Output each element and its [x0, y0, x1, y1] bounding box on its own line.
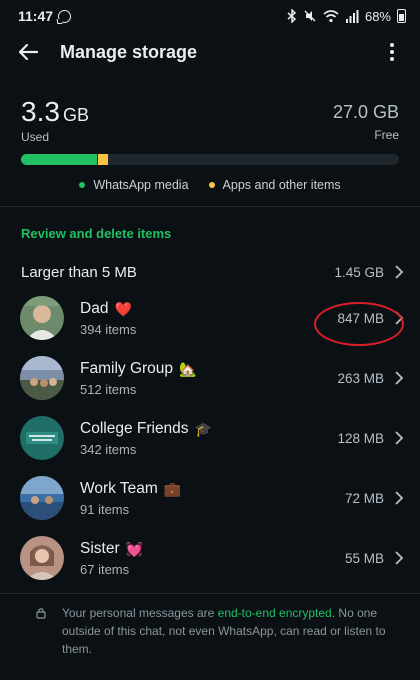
chat-row-sister[interactable]: Sister 💓 67 items 55 MB [0, 528, 420, 588]
larger-than-label: Larger than 5 MB [21, 263, 137, 281]
chat-name-text: College Friends [80, 419, 189, 437]
legend-label: WhatsApp media [93, 178, 189, 192]
divider [0, 206, 420, 207]
chevron-right-icon [395, 431, 404, 445]
chat-item-count: 394 items [80, 321, 137, 337]
avatar-college-friends [20, 416, 64, 460]
chevron-right-icon [395, 491, 404, 505]
chevron-right-icon [395, 311, 404, 325]
battery-icon [397, 9, 406, 23]
chat-row-family-group[interactable]: Family Group 🏡 512 items 263 MB [0, 348, 420, 408]
free-label: Free [374, 128, 399, 142]
app-bar: Manage storage [0, 32, 420, 72]
chat-name: Work Team 💼 [80, 480, 181, 498]
used-label: Used [21, 130, 50, 144]
legend-item-whatsapp-media: WhatsApp media [79, 178, 189, 192]
chat-item-count: 91 items [80, 501, 130, 517]
storage-summary: 3.3 GB Used 27.0 GB Free [21, 96, 399, 144]
signal-icon [345, 9, 359, 23]
larger-than-5mb-row[interactable]: Larger than 5 MB 1.45 GB [0, 254, 420, 290]
chat-text: Sister 💓 67 items [80, 540, 143, 577]
chat-item-count: 67 items [80, 561, 130, 577]
chat-text: College Friends 🎓 342 items [80, 420, 212, 457]
storage-legend: WhatsApp media Apps and other items [0, 178, 420, 192]
green-dot-icon [79, 182, 86, 188]
chat-size: 847 MB [337, 310, 384, 326]
arrow-left-icon [18, 43, 38, 61]
chat-text: Dad ❤️ 394 items [80, 300, 136, 337]
chevron-right-icon [395, 265, 404, 279]
chat-size: 55 MB [344, 550, 384, 566]
chat-text: Family Group 🏡 512 items [80, 360, 196, 397]
chat-row-dad[interactable]: Dad ❤️ 394 items 847 MB [0, 288, 420, 348]
graduation-cap-emoji-icon: 🎓 [194, 420, 212, 437]
chat-size: 128 MB [337, 430, 384, 446]
chevron-right-icon [395, 551, 404, 565]
legend-label: Apps and other items [222, 178, 341, 192]
chat-row-college-friends[interactable]: College Friends 🎓 342 items 128 MB [0, 408, 420, 468]
larger-than-size: 1.45 GB [334, 264, 384, 280]
more-options-button[interactable] [374, 32, 410, 72]
lock-icon [36, 608, 46, 619]
whatsapp-media-bar-segment [21, 154, 97, 165]
apps-other-bar-segment [98, 154, 108, 165]
encryption-text: Your personal messages are end-to-end en… [62, 604, 400, 658]
chevron-right-icon [395, 371, 404, 385]
status-icons: 68% [287, 9, 406, 24]
chat-name: College Friends 🎓 [80, 420, 212, 438]
back-button[interactable] [6, 32, 50, 72]
bluetooth-icon [287, 9, 297, 23]
chat-name-text: Work Team [80, 479, 158, 497]
wifi-icon [323, 9, 339, 22]
free-storage-value: 27.0 GB [332, 102, 399, 122]
review-section-title: Review and delete items [21, 226, 172, 241]
avatar-work-team [20, 476, 64, 520]
chat-name: Dad ❤️ [80, 300, 136, 318]
chat-row-work-team[interactable]: Work Team 💼 91 items 72 MB [0, 468, 420, 528]
status-time: 11:47 [18, 8, 54, 24]
avatar-family-group [20, 356, 64, 400]
avatar-sister [20, 536, 64, 580]
storage-usage-bar [21, 154, 399, 165]
chat-name: Family Group 🏡 [80, 360, 196, 378]
used-unit: GB [62, 105, 89, 125]
chat-name-text: Dad [80, 299, 109, 317]
yellow-dot-icon [208, 182, 215, 188]
chat-size: 72 MB [344, 490, 384, 506]
heart-emoji-icon: ❤️ [114, 300, 132, 317]
legend-item-apps-other: Apps and other items [208, 178, 341, 192]
chat-name-text: Sister [80, 539, 120, 557]
house-emoji-icon: 🏡 [179, 360, 197, 377]
chat-size: 263 MB [337, 370, 384, 386]
page-title: Manage storage [60, 41, 198, 62]
more-vertical-icon [390, 43, 394, 61]
briefcase-emoji-icon: 💼 [163, 480, 182, 497]
encryption-notice: Your personal messages are end-to-end en… [36, 604, 400, 658]
divider [0, 593, 420, 594]
encryption-text-before: Your personal messages are [62, 606, 218, 620]
avatar-dad [20, 296, 64, 340]
chat-name-text: Family Group [80, 359, 174, 377]
mute-icon [304, 10, 316, 22]
chat-item-count: 342 items [80, 441, 137, 457]
used-number: 3.3 [21, 96, 60, 127]
whatsapp-notification-icon [58, 9, 72, 23]
end-to-end-encrypted-link[interactable]: end-to-end encrypted [218, 606, 332, 620]
chat-item-count: 512 items [80, 381, 137, 397]
chat-text: Work Team 💼 91 items [80, 480, 181, 517]
heart-emoji-icon: 💓 [125, 540, 144, 557]
status-bar: 11:47 68% [0, 0, 420, 32]
chat-storage-list: Dad ❤️ 394 items 847 MB Family Group 🏡 5… [0, 288, 420, 588]
chat-name: Sister 💓 [80, 540, 143, 558]
battery-percent: 68% [364, 8, 391, 24]
